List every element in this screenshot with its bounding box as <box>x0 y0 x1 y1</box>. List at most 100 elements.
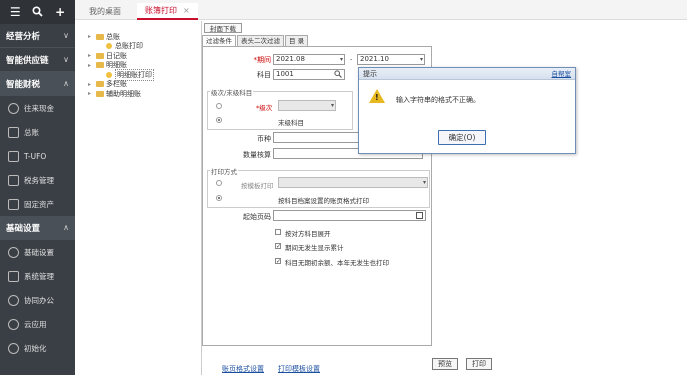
sidebar-item-cloud[interactable]: 云应用 <box>0 312 75 336</box>
dropdown-arrow-icon: ▾ <box>330 102 334 109</box>
subject-value: 1001 <box>276 70 294 78</box>
sidebar-group-supply-chain[interactable]: 智能供应链 ∨ <box>0 48 75 72</box>
template-print-radio[interactable] <box>216 180 222 186</box>
expand-icon[interactable]: ▸ <box>88 33 96 40</box>
tab-label: 账簿打印 <box>145 6 177 15</box>
template-select[interactable]: ▾ <box>278 177 428 188</box>
ok-button[interactable]: 确定(O) <box>438 130 486 145</box>
level-group-title: 级次/末级科目 <box>210 87 254 97</box>
plus-icon[interactable]: + <box>55 6 65 18</box>
ledger-icon <box>8 126 19 138</box>
message-text: 输入字符串的格式不正确。 <box>396 96 480 104</box>
sidebar-item-label: 往来现金 <box>24 103 54 113</box>
template-print-label: 按模板打印 <box>241 182 274 190</box>
expand-icon[interactable]: ▸ <box>88 90 96 97</box>
tree-node-selected[interactable]: 明细账打印 <box>88 68 196 81</box>
leaf-subject-radio[interactable] <box>216 117 222 123</box>
quantity-label: 数量核算 <box>243 151 271 159</box>
calendar-icon[interactable] <box>416 212 423 219</box>
close-icon[interactable]: × <box>183 6 190 15</box>
warning-icon-mark: ! <box>375 93 379 102</box>
subtab-filter[interactable]: 过滤条件 <box>202 35 236 46</box>
tree-node[interactable]: ▸ 辅助明细账 <box>88 89 196 99</box>
period-from-value: 2021.08 <box>276 55 305 63</box>
print-button[interactable]: 打印 <box>466 358 492 370</box>
period-label-text: *期间 <box>253 56 272 64</box>
tab-ledger-print[interactable]: 账簿打印 × <box>137 3 198 20</box>
print-empty-subject-checkbox[interactable]: ✓ <box>275 258 281 265</box>
expand-icon[interactable]: ▸ <box>88 52 96 59</box>
search-icon[interactable] <box>32 5 43 19</box>
level-label: *级次 <box>256 102 272 112</box>
sidebar-item-label: 固定资产 <box>24 199 54 209</box>
start-page-label: 起始页码 <box>243 213 271 221</box>
report-icon <box>8 150 19 162</box>
level-select[interactable]: ▾ <box>278 100 336 111</box>
sidebar-item-basic[interactable]: 基础设置 <box>0 240 75 264</box>
sidebar: ☰ + 经营分析 ∨ 智能供应链 ∨ 智能财税 ∧ 往来现金 总账 T-UFO … <box>0 0 75 375</box>
init-icon <box>8 342 19 354</box>
assets-icon <box>8 198 19 210</box>
print-template-link[interactable]: 打印模板设置 <box>278 364 320 374</box>
sidebar-item-collab[interactable]: 协同办公 <box>0 288 75 312</box>
start-page-input[interactable] <box>273 210 426 221</box>
sidebar-group-label: 基础设置 <box>6 223 41 234</box>
sidebar-item-cash[interactable]: 往来现金 <box>0 96 75 120</box>
tree-node-label: 总账 <box>106 32 120 41</box>
system-icon <box>8 270 19 282</box>
subtab-header-filter[interactable]: 表头二次过滤 <box>237 35 284 46</box>
sidebar-group-finance[interactable]: 智能财税 ∧ <box>0 72 75 96</box>
currency-label: 币种 <box>257 135 271 143</box>
sidebar-item-label: 基础设置 <box>24 247 54 257</box>
tree-node[interactable]: 总账打印 <box>88 42 196 52</box>
chevron-up-icon: ∧ <box>63 223 69 232</box>
period-label: *期间 <box>245 55 272 65</box>
tree-node[interactable]: ▸ 日记账 <box>88 51 196 61</box>
dropdown-arrow-icon: ▾ <box>419 56 423 63</box>
sidebar-item-label: 云应用 <box>24 319 47 329</box>
subject-style-print-label: 按科目档案设置的账页格式打印 <box>278 197 369 205</box>
subject-style-print-radio[interactable] <box>216 195 222 201</box>
subject-label: 科目 <box>257 71 271 79</box>
search-icon[interactable] <box>334 70 342 81</box>
expand-counter-subject-checkbox[interactable] <box>275 229 281 235</box>
leaf-subject-label: 末级科目 <box>278 119 304 127</box>
sidebar-item-label: 总账 <box>24 127 39 137</box>
collab-icon <box>8 294 19 306</box>
sidebar-item-init[interactable]: 初始化 <box>0 336 75 360</box>
sidebar-item-label: 税务管理 <box>24 175 54 185</box>
cloud-icon <box>8 318 19 330</box>
tree-node[interactable]: ▸ 多栏账 <box>88 80 196 90</box>
level-radio[interactable] <box>216 103 222 109</box>
sidebar-item-system[interactable]: 系统管理 <box>0 264 75 288</box>
cover-download-button[interactable]: 封面下载 <box>204 23 242 33</box>
tree-node[interactable]: ▸ 总账 <box>88 32 196 42</box>
expand-icon[interactable]: ▸ <box>88 81 96 88</box>
currency-input[interactable] <box>273 132 359 143</box>
menu-icon[interactable]: ☰ <box>10 6 21 18</box>
subtab-catalog[interactable]: 目 录 <box>285 35 309 46</box>
sidebar-group-business-analysis[interactable]: 经营分析 ∨ <box>0 24 75 48</box>
tab-desk[interactable]: 我的桌面 <box>81 3 129 20</box>
sidebar-group-basic-settings[interactable]: 基础设置 ∧ <box>0 216 75 240</box>
period-to-select[interactable]: 2021.10 ▾ <box>357 54 425 65</box>
folder-icon <box>96 81 104 88</box>
folder-icon <box>96 33 104 40</box>
tree-node-label: 日记账 <box>106 51 127 60</box>
sidebar-item-fixed-assets[interactable]: 固定资产 <box>0 192 75 216</box>
sidebar-group-label: 经营分析 <box>6 31 41 42</box>
period-from-select[interactable]: 2021.08 ▾ <box>273 54 345 65</box>
sidebar-item-tax[interactable]: 税务管理 <box>0 168 75 192</box>
sidebar-item-ledger[interactable]: 总账 <box>0 120 75 144</box>
folder-icon <box>96 62 104 69</box>
expand-icon[interactable]: ▸ <box>88 62 96 69</box>
sidebar-item-label: 初始化 <box>24 343 47 353</box>
message-titlebar: 提示 自帮室 <box>359 68 575 80</box>
message-close-link[interactable]: 自帮室 <box>552 68 572 80</box>
page-format-link[interactable]: 账页格式设置 <box>222 364 264 374</box>
subject-input[interactable]: 1001 <box>273 69 345 80</box>
show-cumulative-checkbox[interactable]: ✓ <box>275 243 281 250</box>
sidebar-item-tufo[interactable]: T-UFO <box>0 144 75 168</box>
preview-button[interactable]: 预览 <box>432 358 458 370</box>
print-method-title: 打印方式 <box>210 166 238 176</box>
